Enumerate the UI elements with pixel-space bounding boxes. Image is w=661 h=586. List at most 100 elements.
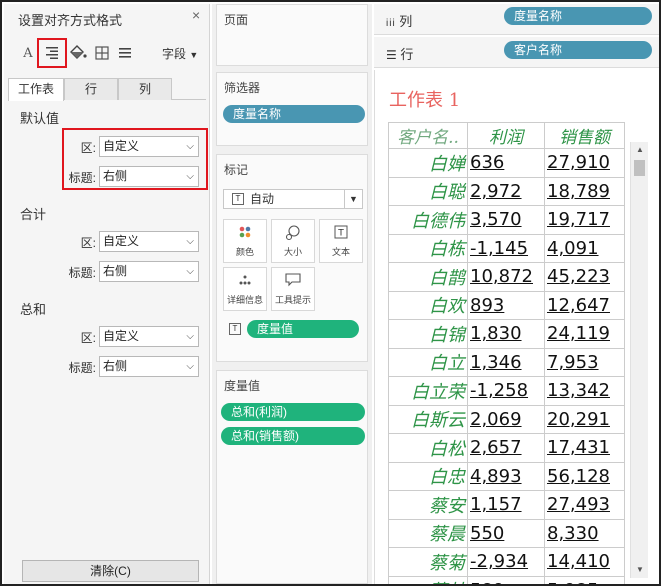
chevron-down-icon: ⌵: [186, 236, 194, 247]
scroll-up-icon[interactable]: ▲: [631, 142, 649, 158]
format-toolbar: A 字段 ▼: [14, 38, 204, 68]
text-mark-icon: T: [229, 323, 241, 335]
row-customer-name[interactable]: 白鹊: [388, 262, 468, 292]
row-customer-name[interactable]: 白斯云: [388, 404, 468, 434]
table-row: 白聪 2,972 18,789: [388, 176, 625, 206]
cell-profit: 1,830: [467, 319, 545, 349]
grand-totals-area-dropdown[interactable]: 自定义 ⌵: [99, 326, 199, 347]
filter-pill-measure-names[interactable]: 度量名称: [223, 105, 365, 123]
tab-rows[interactable]: 行: [64, 78, 118, 100]
text-button[interactable]: T 文本: [319, 219, 363, 263]
row-customer-name[interactable]: 白立荣: [388, 376, 468, 406]
table-row: 白立 1,346 7,953: [388, 347, 625, 377]
row-customer-name[interactable]: 白松: [388, 433, 468, 463]
rows-shelf[interactable]: ☰ 行 客户名称: [374, 37, 659, 68]
table-row: 白松 2,657 17,431: [388, 433, 625, 463]
marks-title: 标记: [224, 163, 249, 177]
cell-sales: 27,493: [544, 490, 625, 520]
fields-dropdown[interactable]: 字段 ▼: [162, 45, 198, 62]
columns-pill-measure-names[interactable]: 度量名称: [504, 7, 652, 25]
header-row: 客户名.. 利润 销售额: [388, 122, 625, 149]
sheet-title: 工作表 1: [389, 90, 461, 111]
svg-text:T: T: [337, 229, 344, 239]
totals-header-dropdown[interactable]: 右侧 ⌵: [99, 261, 199, 282]
header-label: 标题:: [68, 361, 96, 375]
row-customer-name[interactable]: 白德伟: [388, 205, 468, 235]
filters-card[interactable]: 筛选器 度量名称: [216, 72, 368, 146]
tab-sheet[interactable]: 工作表: [8, 78, 64, 101]
mark-type-dropdown[interactable]: T 自动 ▼: [223, 189, 363, 209]
cell-sales: 4,091: [544, 233, 625, 263]
table-row: 白婵 636 27,910: [388, 148, 625, 178]
table-row: 蔡菊 -2,934 14,410: [388, 547, 625, 577]
table-row: 白立荣 -1,258 13,342: [388, 376, 625, 406]
cell-sales: 19,717: [544, 205, 625, 235]
alignment-format-icon[interactable]: [37, 38, 67, 68]
row-customer-name[interactable]: 白婵: [388, 148, 468, 178]
row-customer-name[interactable]: 蔡林: [388, 575, 468, 584]
row-customer-name[interactable]: 白忠: [388, 461, 468, 491]
pages-card[interactable]: 页面: [216, 4, 368, 66]
clear-button[interactable]: 清除(C): [22, 560, 199, 582]
crosstab-table: 客户名.. 利润 销售额 白婵 636 27,910 白聪 2,972 18,789 白德伟 3,5…: [388, 122, 625, 584]
row-customer-name[interactable]: 蔡晨: [388, 518, 468, 548]
header-sales[interactable]: 销售额: [544, 122, 625, 149]
vertical-scrollbar[interactable]: ▲ ▼: [630, 142, 648, 578]
scrollbar-thumb[interactable]: [634, 160, 645, 176]
row-customer-name[interactable]: 白立: [388, 347, 468, 377]
pages-title: 页面: [224, 13, 249, 27]
color-button[interactable]: 颜色: [223, 219, 267, 263]
row-customer-name[interactable]: 白栋: [388, 233, 468, 263]
lines-format-icon[interactable]: [115, 43, 135, 63]
measure-pill-profit[interactable]: 总和(利润): [221, 403, 365, 421]
caret-down-icon: ▼: [189, 50, 199, 60]
borders-format-icon[interactable]: [92, 43, 112, 63]
row-customer-name[interactable]: 白欢: [388, 290, 468, 320]
close-icon[interactable]: ×: [192, 7, 200, 23]
row-customer-name[interactable]: 白聪: [388, 176, 468, 206]
cell-profit: 2,657: [467, 433, 545, 463]
tab-columns[interactable]: 列: [118, 78, 172, 100]
color-icon: [224, 225, 266, 243]
highlight-box: [62, 128, 208, 190]
tooltip-button[interactable]: 工具提示: [271, 267, 315, 311]
shading-format-icon[interactable]: [68, 43, 88, 63]
header-label: 标题:: [68, 266, 96, 280]
header-customer-name[interactable]: 客户名..: [388, 122, 468, 149]
grand-totals-header-dropdown[interactable]: 右侧 ⌵: [99, 356, 199, 377]
cell-sales: 13,342: [544, 376, 625, 406]
format-pane-title: 设置对齐方式格式: [18, 13, 123, 28]
font-format-icon[interactable]: A: [18, 43, 38, 63]
marks-pill-measure-values[interactable]: 度量值: [247, 320, 359, 338]
detail-button[interactable]: 详细信息: [223, 267, 267, 311]
table-row: 蔡林5895,985: [388, 575, 625, 584]
columns-shelf[interactable]: iii 列 度量名称: [374, 4, 659, 35]
text-mark-icon: T: [232, 193, 244, 205]
row-customer-name[interactable]: 蔡安: [388, 490, 468, 520]
size-button[interactable]: 大小: [271, 219, 315, 263]
section-grand-totals-title: 总和: [20, 302, 47, 317]
cell-profit: 1,346: [467, 347, 545, 377]
caret-down-icon: ▼: [344, 190, 362, 208]
row-customer-name[interactable]: 白锦: [388, 319, 468, 349]
cell-profit: 2,069: [467, 404, 545, 434]
cell-sales: 8,330: [544, 518, 625, 548]
row-customer-name[interactable]: 蔡菊: [388, 547, 468, 577]
scroll-down-icon[interactable]: ▼: [631, 562, 649, 578]
cell-profit: 589: [467, 575, 545, 584]
header-profit[interactable]: 利润: [467, 122, 545, 149]
table-row: 白德伟 3,570 19,717: [388, 205, 625, 235]
cell-profit: 893: [467, 290, 545, 320]
measure-pill-sales[interactable]: 总和(销售额): [221, 427, 365, 445]
table-row: 白忠 4,893 56,128: [388, 461, 625, 491]
shelves-pane: 页面 筛选器 度量名称 标记 T 自动 ▼ 颜色 大小 T 文本 详细信息 工具…: [212, 4, 372, 584]
totals-area-dropdown[interactable]: 自定义 ⌵: [99, 231, 199, 252]
chevron-down-icon: ⌵: [186, 331, 194, 342]
section-default-title: 默认值: [20, 111, 60, 126]
format-pane: 设置对齐方式格式 × A 字段 ▼ 工作表 行 列 默认值 区: 自定义 ⌵ 标…: [4, 4, 210, 584]
table-row: 白欢 893 12,647: [388, 290, 625, 320]
rows-pill-customer-name[interactable]: 客户名称: [504, 41, 652, 59]
chevron-down-icon: ⌵: [186, 361, 194, 372]
cell-sales: 24,119: [544, 319, 625, 349]
cell-profit: 10,872: [467, 262, 545, 292]
